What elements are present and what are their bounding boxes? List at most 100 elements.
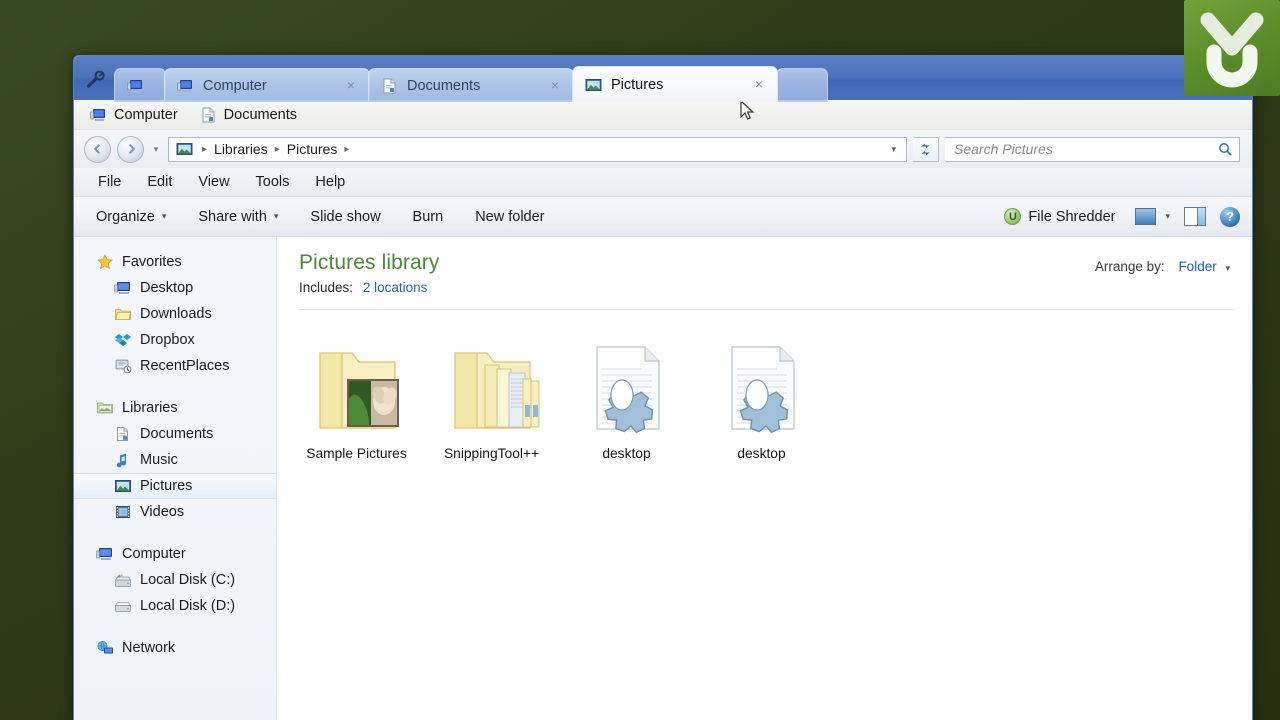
- navigation-pane[interactable]: Favorites Desktop Downloads Dropbox Rece…: [74, 237, 277, 720]
- sidebar-item-recent-places[interactable]: RecentPlaces: [74, 353, 276, 379]
- chevron-down-icon[interactable]: ▾: [1225, 263, 1230, 273]
- close-icon[interactable]: ×: [343, 77, 359, 94]
- sidebar-item-local-disk-d[interactable]: Local Disk (D:): [74, 593, 276, 619]
- menu-edit[interactable]: Edit: [147, 174, 172, 190]
- sidebar-item-dropbox[interactable]: Dropbox: [74, 327, 276, 353]
- tab-ghost-left[interactable]: [114, 68, 166, 102]
- network-icon: [97, 641, 113, 654]
- sidebar-item-libraries[interactable]: Libraries: [74, 395, 276, 421]
- share-with-button[interactable]: Share with ▾: [198, 209, 278, 225]
- sidebar-item-pictures[interactable]: Pictures: [74, 473, 276, 499]
- locations-link[interactable]: 2 locations: [363, 280, 428, 295]
- file-shredder-label: File Shredder: [1028, 208, 1116, 225]
- chevron-down-icon[interactable]: ▾: [150, 144, 162, 155]
- sidebar-item-local-disk-c[interactable]: Local Disk (C:): [74, 567, 276, 593]
- sidebar-item-label: Videos: [140, 504, 185, 520]
- file-name: desktop: [737, 446, 786, 461]
- refresh-icon[interactable]: [913, 136, 939, 162]
- sidebar-item-label: Documents: [140, 426, 214, 442]
- computer-icon: [96, 548, 112, 560]
- download-badge-icon[interactable]: [1184, 0, 1280, 96]
- sidebar-item-music[interactable]: Music: [74, 447, 276, 473]
- file-item[interactable]: Sample Pictures: [289, 326, 424, 461]
- pictures-icon: [585, 78, 602, 91]
- chevron-down-icon: ▾: [161, 211, 167, 221]
- breadcrumb-libraries[interactable]: Libraries: [210, 141, 272, 157]
- change-view-button[interactable]: ▾: [1135, 208, 1170, 225]
- file-item[interactable]: SnippingTool++: [424, 326, 559, 461]
- search-input[interactable]: Search Pictures: [945, 136, 1240, 162]
- sidebar-item-label: Local Disk (C:): [140, 572, 236, 588]
- menu-view[interactable]: View: [198, 174, 229, 190]
- file-item[interactable]: desktop: [559, 326, 694, 461]
- config-file-icon: [730, 346, 795, 434]
- star-icon: [96, 254, 114, 270]
- document-icon: [117, 427, 128, 441]
- chevron-down-icon[interactable]: ▾: [1165, 211, 1170, 222]
- sidebar-item-videos[interactable]: Videos: [74, 499, 276, 525]
- menu-tools[interactable]: Tools: [256, 174, 290, 190]
- sidebar-item-label: Local Disk (D:): [140, 598, 236, 614]
- bookmark-documents[interactable]: Documents: [200, 107, 297, 123]
- burn-button[interactable]: Burn: [413, 209, 444, 225]
- close-icon[interactable]: ×: [547, 77, 563, 94]
- tab-pictures[interactable]: Pictures ×: [572, 66, 778, 102]
- new-folder-button[interactable]: New folder: [475, 209, 544, 225]
- search-icon[interactable]: [1218, 142, 1233, 157]
- bookmark-computer[interactable]: Computer: [90, 107, 178, 123]
- document-icon: [202, 107, 215, 122]
- file-item[interactable]: desktop: [694, 326, 829, 461]
- breadcrumb-separator[interactable]: ▸: [341, 144, 352, 155]
- organize-button[interactable]: Organize ▾: [96, 209, 166, 225]
- file-shredder-button[interactable]: U File Shredder: [1004, 208, 1115, 225]
- forward-button[interactable]: [117, 135, 144, 163]
- config-file-icon: [595, 346, 660, 434]
- sidebar-item-downloads[interactable]: Downloads: [74, 301, 276, 327]
- pictures-icon: [115, 480, 131, 492]
- wrench-icon[interactable]: [84, 68, 106, 90]
- menu-help[interactable]: Help: [315, 174, 345, 190]
- bookmark-label: Computer: [114, 106, 178, 123]
- folder-with-photos-icon: [318, 352, 399, 429]
- address-bar: ▾ ▸ Libraries ▸ Pictures ▸ ▾ Search Pict…: [74, 130, 1252, 168]
- slide-show-button[interactable]: Slide show: [310, 209, 380, 225]
- content-pane: Pictures library Includes: 2 locations A…: [277, 237, 1252, 720]
- sidebar-item-desktop[interactable]: Desktop: [74, 275, 276, 301]
- recent-places-icon: [115, 359, 132, 374]
- sidebar-item-documents[interactable]: Documents: [74, 421, 276, 447]
- chevron-down-icon: ▾: [273, 211, 279, 221]
- breadcrumb-separator[interactable]: ▸: [272, 144, 283, 155]
- new-tab-button[interactable]: [776, 68, 828, 102]
- tab-computer[interactable]: Computer ×: [164, 68, 370, 102]
- sidebar-item-favorites[interactable]: Favorites: [74, 249, 276, 275]
- tab-documents[interactable]: Documents ×: [368, 68, 574, 102]
- sidebar-item-computer[interactable]: Computer: [74, 541, 276, 567]
- close-icon[interactable]: ×: [751, 76, 767, 93]
- chevron-down-icon[interactable]: ▾: [885, 144, 902, 155]
- arrange-by-value[interactable]: Folder: [1178, 259, 1216, 274]
- share-with-label: Share with: [198, 208, 267, 225]
- drive-icon: [114, 602, 132, 612]
- explorer-window: Computer × Documents × Pictures × Comput…: [73, 55, 1253, 720]
- breadcrumb-pictures[interactable]: Pictures: [283, 141, 342, 157]
- breadcrumb[interactable]: ▸ Libraries ▸ Pictures ▸ ▾: [168, 136, 907, 162]
- tab-label: Documents: [407, 77, 481, 94]
- view-thumbnails-icon: [1135, 208, 1157, 225]
- system-drive-icon: [114, 573, 132, 587]
- arrange-by-control[interactable]: Arrange by: Folder ▾: [1095, 259, 1230, 274]
- help-icon[interactable]: ?: [1220, 206, 1240, 227]
- breadcrumb-path: ▸ Libraries ▸ Pictures ▸: [176, 141, 885, 157]
- preview-pane-button[interactable]: [1184, 207, 1206, 226]
- burn-label: Burn: [412, 208, 444, 225]
- sidebar-item-label: Desktop: [140, 280, 194, 296]
- nav-group-network: Network: [74, 635, 276, 661]
- sidebar-item-label: Libraries: [122, 400, 178, 416]
- bookmarks-bar: Computer Documents: [74, 100, 1252, 130]
- new-folder-label: New folder: [475, 208, 545, 225]
- command-toolbar: Organize ▾ Share with ▾ Slide show Burn …: [74, 197, 1252, 237]
- sidebar-item-network[interactable]: Network: [74, 635, 276, 661]
- menu-file[interactable]: File: [98, 174, 121, 190]
- video-icon: [116, 506, 130, 518]
- bookmark-label: Documents: [223, 106, 298, 123]
- back-button[interactable]: [84, 135, 111, 163]
